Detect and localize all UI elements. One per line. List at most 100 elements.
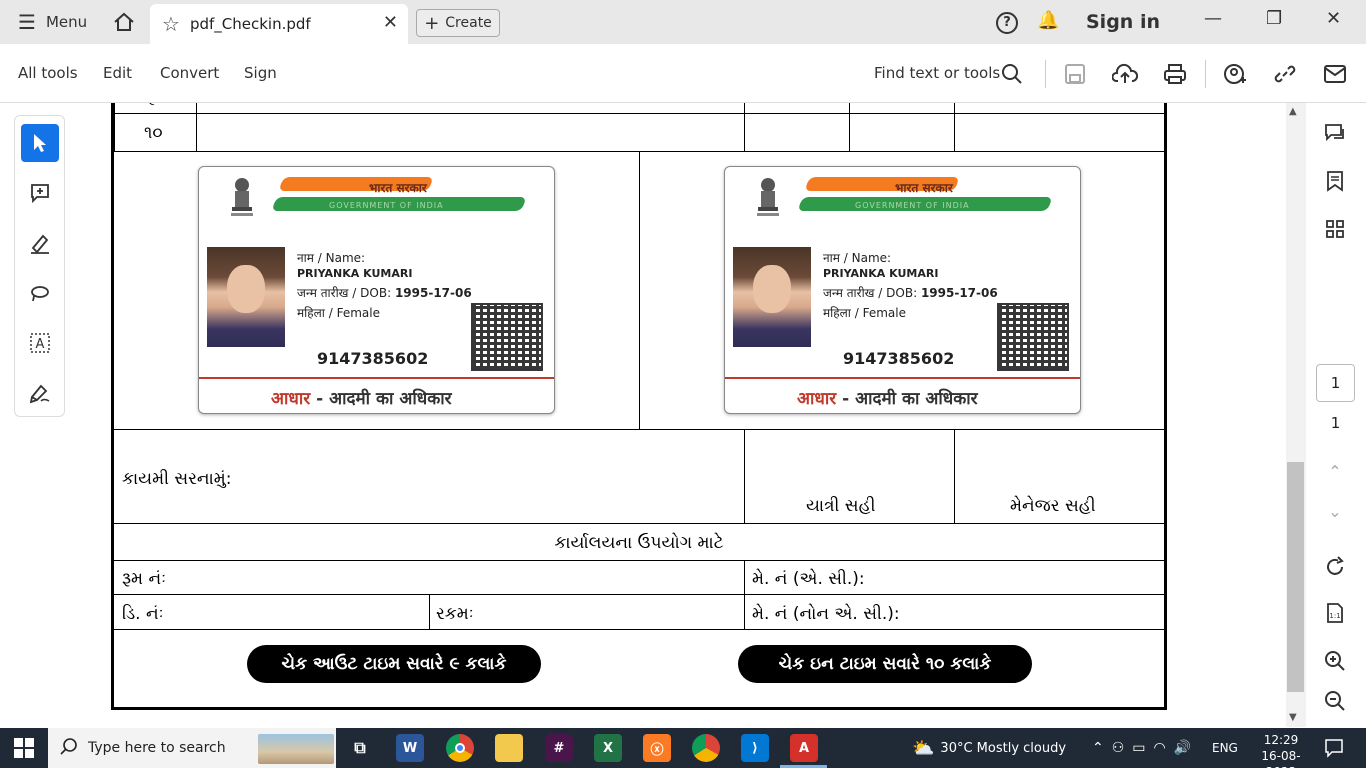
menu-button[interactable]: ☰ Menu xyxy=(0,0,102,44)
network-icon[interactable]: ⚇ xyxy=(1112,740,1125,756)
xampp-app-icon[interactable]: ⓧ xyxy=(643,734,671,762)
table-border xyxy=(429,594,430,629)
system-tray-icons[interactable]: ⌃ ⚇ ▭ ◠ 🔊 xyxy=(1092,728,1191,768)
zoom-in-icon[interactable] xyxy=(1321,647,1349,675)
create-button[interactable]: + Create xyxy=(416,9,500,37)
card-header-hindi: भारत सरकार xyxy=(369,181,427,195)
clock[interactable]: 12:29 16-08-2023 xyxy=(1250,732,1312,780)
taskbar-search-input[interactable]: Type here to search xyxy=(48,728,336,768)
excel-app-icon[interactable]: X xyxy=(594,734,622,762)
gender-label: महिला / Female xyxy=(297,306,380,320)
previous-page-icon[interactable]: ⌃ xyxy=(1321,457,1349,485)
scroll-up-arrow-icon[interactable]: ▲ xyxy=(1289,106,1297,117)
row-number: ૧૦ xyxy=(144,123,163,143)
toolbar-divider xyxy=(1045,60,1046,88)
task-view-icon[interactable]: ⧉ xyxy=(346,734,374,762)
address-label: કાયમી સરનામું: xyxy=(122,469,232,489)
add-comment-icon[interactable] xyxy=(21,174,59,212)
close-tab-icon[interactable]: ✕ xyxy=(383,12,398,33)
thumbnails-icon[interactable] xyxy=(1321,215,1349,243)
close-window-icon[interactable]: ✕ xyxy=(1326,8,1341,29)
find-tools-button[interactable]: Find text or tools xyxy=(874,64,1000,82)
pdf-page: ૯ ૧૦ भारत सरकार GOVERNMENT OF INDIA नाम … xyxy=(111,103,1167,710)
text-box-icon[interactable]: A xyxy=(21,324,59,362)
windows-start-icon[interactable] xyxy=(14,738,34,762)
search-icon xyxy=(60,738,78,760)
all-tools-button[interactable]: All tools xyxy=(18,64,78,82)
name-label: नाम / Name: xyxy=(297,251,366,265)
file-explorer-icon[interactable] xyxy=(495,734,523,762)
weather-widget[interactable]: ⛅ 30°C Mostly cloudy xyxy=(912,728,1066,768)
highlight-pen-icon[interactable] xyxy=(21,224,59,262)
card-separator xyxy=(725,377,1080,379)
word-app-icon[interactable]: W xyxy=(396,734,424,762)
office-use-heading: કાર્યાલયના ઉપયોગ માટે xyxy=(554,533,724,553)
vscode-app-icon[interactable]: ⟩ xyxy=(741,734,769,762)
chrome-profile-app-icon[interactable] xyxy=(692,734,720,762)
current-page-input[interactable]: 1 xyxy=(1316,364,1355,402)
table-border xyxy=(954,103,955,151)
zoom-out-icon[interactable] xyxy=(1321,687,1349,715)
table-border xyxy=(1164,103,1165,151)
help-icon[interactable]: ? xyxy=(996,12,1018,34)
minimize-icon[interactable]: — xyxy=(1204,8,1222,29)
share-user-icon[interactable] xyxy=(1222,61,1248,87)
rotate-icon[interactable] xyxy=(1321,553,1349,581)
name-value: PRIYANKA KUMARI xyxy=(823,267,939,280)
receipt-ac-label: મે. નં (એ. સી.): xyxy=(752,569,865,589)
battery-icon[interactable]: ▭ xyxy=(1132,740,1145,756)
table-border xyxy=(744,429,745,523)
bell-icon[interactable]: 🔔 xyxy=(1037,10,1059,31)
slack-app-icon[interactable]: # xyxy=(545,734,573,762)
gender-label: महिला / Female xyxy=(823,306,906,320)
table-border xyxy=(114,523,1164,524)
holder-face xyxy=(227,265,265,313)
comment-panel-icon[interactable] xyxy=(1321,119,1349,147)
chrome-app-icon[interactable] xyxy=(446,734,474,762)
edit-button[interactable]: Edit xyxy=(103,64,132,82)
document-tab[interactable]: ☆ pdf_Checkin.pdf ✕ xyxy=(150,4,408,44)
volume-icon[interactable]: 🔊 xyxy=(1174,740,1191,756)
link-icon[interactable] xyxy=(1272,61,1298,87)
language-indicator[interactable]: ENG xyxy=(1212,728,1238,768)
draw-freeform-icon[interactable] xyxy=(21,274,59,312)
document-viewport[interactable]: ૯ ૧૦ भारत सरकार GOVERNMENT OF INDIA नाम … xyxy=(76,103,1209,727)
name-value: PRIYANKA KUMARI xyxy=(297,267,413,280)
actual-size-icon[interactable]: 1:1 xyxy=(1321,599,1349,627)
svg-text:A: A xyxy=(36,337,45,352)
maximize-icon[interactable]: ❐ xyxy=(1266,8,1282,29)
signature-pen-icon[interactable] xyxy=(21,374,59,412)
scrollbar-thumb[interactable] xyxy=(1287,462,1304,692)
sign-in-button[interactable]: Sign in xyxy=(1086,11,1160,33)
plus-icon: + xyxy=(424,12,440,34)
save-icon[interactable] xyxy=(1062,61,1088,87)
search-icon[interactable] xyxy=(999,61,1025,87)
toolbar: All tools Edit Convert Sign Find text or… xyxy=(0,44,1366,103)
bookmark-panel-icon[interactable] xyxy=(1321,167,1349,195)
chevron-up-icon[interactable]: ⌃ xyxy=(1092,740,1104,756)
cloud-upload-icon[interactable] xyxy=(1112,61,1138,87)
clock-time: 12:29 xyxy=(1263,733,1299,747)
svg-text:1:1: 1:1 xyxy=(1329,612,1340,620)
room-number-label: રૂમ નંઃ xyxy=(122,569,166,589)
wifi-icon[interactable]: ◠ xyxy=(1154,740,1166,756)
checkout-time-badge: ચેક આઉટ ટાઇમ સવારે ૯ કલાકે xyxy=(247,645,541,683)
weather-text: 30°C Mostly cloudy xyxy=(940,740,1067,756)
star-icon[interactable]: ☆ xyxy=(162,12,180,36)
email-icon[interactable] xyxy=(1322,61,1348,87)
card-header-english: GOVERNMENT OF INDIA xyxy=(855,201,970,210)
acrobat-app-icon[interactable]: A xyxy=(790,734,818,762)
table-border xyxy=(196,103,197,151)
convert-button[interactable]: Convert xyxy=(160,64,219,82)
taskbar: Type here to search ⧉ W # X ⓧ ⟩ A ⛅ 30°C… xyxy=(0,728,1366,779)
print-icon[interactable] xyxy=(1162,61,1188,87)
next-page-icon[interactable]: ⌄ xyxy=(1321,497,1349,525)
emblem-icon xyxy=(231,178,253,216)
row-number: ૯ xyxy=(148,103,156,107)
scroll-down-arrow-icon[interactable]: ▼ xyxy=(1289,712,1297,723)
sign-button[interactable]: Sign xyxy=(244,64,277,82)
home-button[interactable] xyxy=(104,0,144,44)
notifications-icon[interactable] xyxy=(1324,738,1344,762)
select-tool-icon[interactable] xyxy=(21,124,59,162)
card-header-hindi: भारत सरकार xyxy=(895,181,953,195)
